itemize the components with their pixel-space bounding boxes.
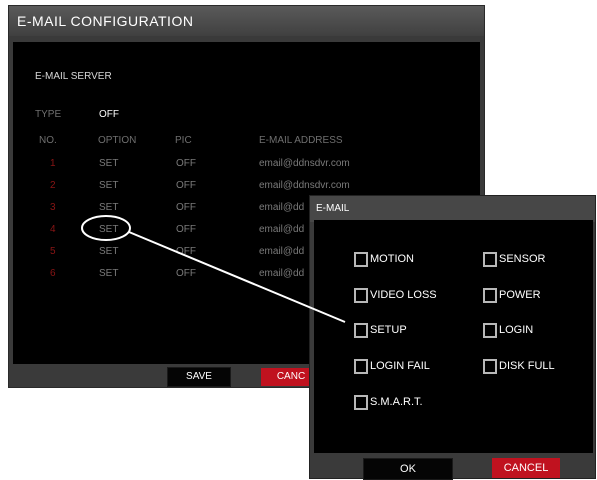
- motion-checkbox[interactable]: MOTION: [354, 249, 414, 269]
- window-title: E-MAIL CONFIGURATION: [9, 6, 484, 36]
- row-6-email[interactable]: email@dd: [259, 268, 304, 279]
- type-value[interactable]: OFF: [99, 109, 119, 120]
- row-2-pic[interactable]: OFF: [176, 180, 196, 191]
- setup-checkbox[interactable]: SETUP: [354, 320, 407, 340]
- checkbox-box-icon[interactable]: [354, 358, 368, 374]
- row-5-number: 5: [50, 246, 56, 257]
- checkbox-box-icon[interactable]: [354, 322, 368, 338]
- row-4-number: 4: [50, 224, 56, 235]
- row-3-number: 3: [50, 202, 56, 213]
- row-1-number: 1: [50, 158, 56, 169]
- video-loss-label: VIDEO LOSS: [370, 289, 437, 301]
- login-fail-checkbox[interactable]: LOGIN FAIL: [354, 356, 430, 376]
- ok-button[interactable]: OK: [363, 458, 453, 480]
- row-2-email[interactable]: email@ddnsdvr.com: [259, 180, 350, 191]
- checkbox-box-icon[interactable]: [483, 287, 497, 303]
- section-title: E-MAIL SERVER: [35, 71, 112, 82]
- dialog-footer: OK CANCEL: [310, 454, 595, 480]
- column-header-no: NO.: [39, 135, 57, 146]
- column-header-email: E-MAIL ADDRESS: [259, 135, 343, 146]
- checkbox-box-icon[interactable]: [354, 251, 368, 267]
- row-6-pic[interactable]: OFF: [176, 268, 196, 279]
- row-4-pic[interactable]: OFF: [176, 224, 196, 235]
- dialog-cancel-button[interactable]: CANCEL: [492, 458, 560, 478]
- row-1-email[interactable]: email@ddnsdvr.com: [259, 158, 350, 169]
- row-5-email[interactable]: email@dd: [259, 246, 304, 257]
- login-fail-label: LOGIN FAIL: [370, 360, 430, 372]
- row-4-email[interactable]: email@dd: [259, 224, 304, 235]
- power-label: POWER: [499, 289, 541, 301]
- row-3-pic[interactable]: OFF: [176, 202, 196, 213]
- row-5-pic[interactable]: OFF: [176, 246, 196, 257]
- type-label: TYPE: [35, 109, 62, 120]
- checkbox-box-icon[interactable]: [483, 322, 497, 338]
- column-header-option: OPTION: [98, 135, 137, 146]
- checkbox-box-icon[interactable]: [483, 251, 497, 267]
- column-header-pic: PIC: [175, 135, 192, 146]
- email-options-dialog: E-MAIL MOTION SENSOR VIDEO LOSS POWER SE…: [309, 195, 596, 480]
- row-6-option[interactable]: SET: [99, 268, 118, 279]
- checkbox-box-icon[interactable]: [483, 358, 497, 374]
- smart-label: S.M.A.R.T.: [370, 396, 423, 408]
- row-6-number: 6: [50, 268, 56, 279]
- row-4-option[interactable]: SET: [99, 224, 118, 235]
- sensor-label: SENSOR: [499, 253, 546, 265]
- sensor-checkbox[interactable]: SENSOR: [483, 249, 545, 269]
- row-1-option[interactable]: SET: [99, 158, 118, 169]
- setup-label: SETUP: [370, 324, 407, 336]
- checkbox-box-icon[interactable]: [354, 394, 368, 410]
- disk-full-label: DISK FULL: [499, 360, 555, 372]
- checkbox-box-icon[interactable]: [354, 287, 368, 303]
- dialog-options-panel: MOTION SENSOR VIDEO LOSS POWER SETUP LOG…: [314, 220, 593, 453]
- row-2-option[interactable]: SET: [99, 180, 118, 191]
- login-label: LOGIN: [499, 324, 534, 336]
- row-2-number: 2: [50, 180, 56, 191]
- row-3-option[interactable]: SET: [99, 202, 118, 213]
- row-1-pic[interactable]: OFF: [176, 158, 196, 169]
- save-button[interactable]: SAVE: [167, 367, 231, 387]
- video-loss-checkbox[interactable]: VIDEO LOSS: [354, 285, 437, 305]
- row-5-option[interactable]: SET: [99, 246, 118, 257]
- smart-checkbox[interactable]: S.M.A.R.T.: [354, 392, 423, 412]
- power-checkbox[interactable]: POWER: [483, 285, 541, 305]
- login-checkbox[interactable]: LOGIN: [483, 320, 533, 340]
- dialog-title: E-MAIL: [310, 196, 595, 222]
- row-3-email[interactable]: email@dd: [259, 202, 304, 213]
- disk-full-checkbox[interactable]: DISK FULL: [483, 356, 555, 376]
- motion-label: MOTION: [370, 253, 414, 265]
